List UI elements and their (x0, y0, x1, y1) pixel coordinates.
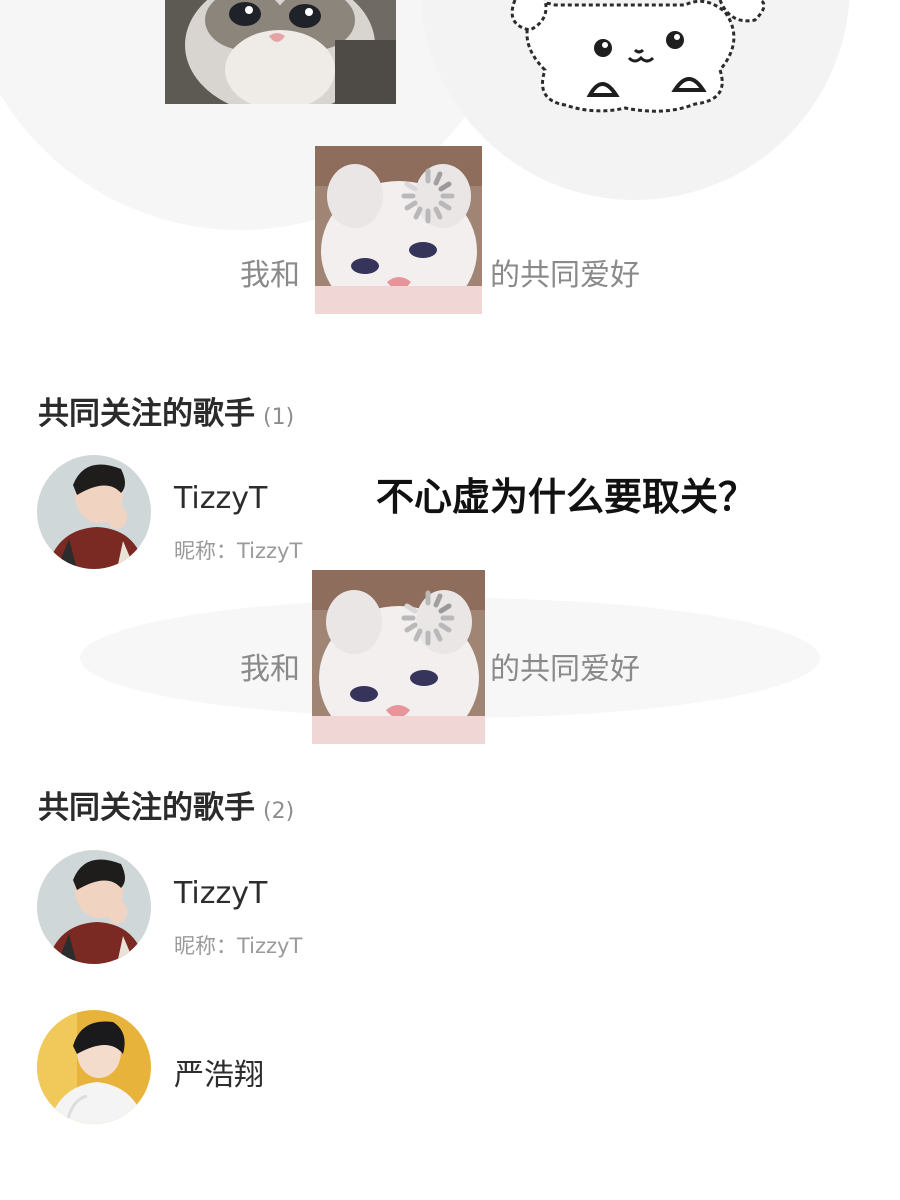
hobby-suffix: 的共同爱好 (490, 258, 640, 293)
section-title-text: 共同关注的歌手 (38, 396, 255, 432)
section-title-common-singers: 共同关注的歌手 (2) (38, 782, 294, 827)
section-count: (1) (263, 405, 295, 430)
artist-name: TizzyT (174, 876, 268, 911)
artist-nickname: 昵称：TizzyT (174, 539, 303, 563)
hobby-prefix: 我和 (240, 652, 300, 687)
hobby-prefix: 我和 (240, 258, 300, 293)
artist-row-tizzyt[interactable]: TizzyT 昵称：TizzyT (0, 850, 900, 970)
artist-name: 严浩翔 (174, 1058, 264, 1093)
overlay-caption: 不心虚为什么要取关？ (376, 475, 757, 519)
section-count: (2) (263, 799, 295, 824)
puppy-sticker-image (505, 0, 770, 120)
common-hobby-row: 我和 的共同爱好 (0, 570, 900, 750)
avatar[interactable] (37, 850, 151, 964)
loading-spinner-icon (401, 168, 455, 224)
section-title-common-singers: 共同关注的歌手 (1) (38, 388, 294, 433)
artist-name: TizzyT (174, 481, 268, 516)
avatar[interactable] (37, 455, 151, 569)
grey-kitten-image (165, 0, 396, 104)
artist-row-yanhaoxiang[interactable]: 严浩翔 (0, 1010, 900, 1130)
avatar[interactable] (37, 1010, 151, 1124)
common-hobby-row: 我和 的共同爱好 (0, 146, 900, 326)
hobby-suffix: 的共同爱好 (490, 652, 640, 687)
section-title-text: 共同关注的歌手 (38, 790, 255, 826)
artist-nickname: 昵称：TizzyT (174, 934, 303, 958)
loading-spinner-icon (401, 590, 455, 646)
